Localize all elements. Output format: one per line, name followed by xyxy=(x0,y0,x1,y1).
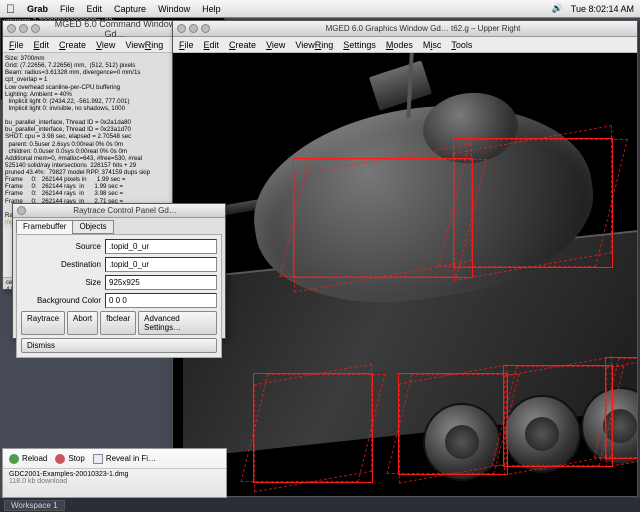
gfx-menu-viewring[interactable]: ViewRing xyxy=(295,40,333,50)
workspace-button[interactable]: Workspace 1 xyxy=(4,500,65,511)
close-icon[interactable] xyxy=(17,206,26,215)
command-menubar: File Edit Create View ViewRing Settings … xyxy=(3,37,191,53)
destination-label: Destination xyxy=(21,260,101,269)
graphics-menubar: File Edit Create View ViewRing Settings … xyxy=(173,37,637,53)
finder-icon xyxy=(93,454,103,464)
menu-file[interactable]: File xyxy=(60,4,75,14)
cmd-menu-view[interactable]: View xyxy=(96,40,115,50)
size-label: Size xyxy=(21,278,101,287)
gfx-menu-create[interactable]: Create xyxy=(229,40,256,50)
graphics-titlebar[interactable]: MGED 6.0 Graphics Window Gd… t62.g – Upp… xyxy=(173,21,637,37)
abort-button[interactable]: Abort xyxy=(67,311,98,335)
clock[interactable]: Tue 8:02:14 AM xyxy=(571,4,634,14)
gfx-menu-edit[interactable]: Edit xyxy=(204,40,220,50)
bgcolor-label: Background Color xyxy=(21,296,101,305)
app-name[interactable]: Grab xyxy=(27,4,48,14)
menu-window[interactable]: Window xyxy=(158,4,190,14)
graphics-title: MGED 6.0 Graphics Window Gd… t62.g – Upp… xyxy=(213,24,633,33)
raytrace-button[interactable]: Raytrace xyxy=(21,311,65,335)
reload-icon xyxy=(9,454,19,464)
minimize-icon[interactable] xyxy=(19,24,28,33)
fbclear-button[interactable]: fbclear xyxy=(100,311,136,335)
command-title: MGED 6.0 Command Window Gd… xyxy=(43,19,187,39)
tab-objects[interactable]: Objects xyxy=(72,220,113,234)
advanced-settings-button[interactable]: Advanced Settings… xyxy=(138,311,217,335)
gfx-menu-settings[interactable]: Settings xyxy=(343,40,376,50)
menu-capture[interactable]: Capture xyxy=(114,4,146,14)
source-field[interactable]: .topid_0_ur xyxy=(105,239,217,254)
gfx-menu-misc[interactable]: Misc xyxy=(423,40,442,50)
raytrace-tabs: Framebuffer Objects xyxy=(13,218,225,234)
cmd-menu-file[interactable]: File xyxy=(9,40,24,50)
stop-icon xyxy=(55,454,65,464)
raytrace-titlebar[interactable]: Raytrace Control Panel Gd… xyxy=(13,204,225,218)
workspace-bar: Workspace 1 xyxy=(0,498,640,512)
bgcolor-field[interactable]: 0 0 0 xyxy=(105,293,217,308)
tab-framebuffer[interactable]: Framebuffer xyxy=(16,220,73,234)
minimize-icon[interactable] xyxy=(189,24,198,33)
graphics-window: MGED 6.0 Graphics Window Gd… t62.g – Upp… xyxy=(172,20,638,497)
zoom-icon[interactable] xyxy=(201,24,210,33)
hatch xyxy=(369,60,432,110)
gfx-menu-modes[interactable]: Modes xyxy=(386,40,413,50)
menu-edit[interactable]: Edit xyxy=(87,4,103,14)
menu-help[interactable]: Help xyxy=(202,4,221,14)
download-meta: 118.0 kb download xyxy=(9,478,220,485)
wireframe-bbox xyxy=(398,373,508,475)
command-output[interactable]: Size: 3700mm Grid: (7.22656, 7.22656) mm… xyxy=(3,53,191,228)
mac-menubar:  Grab File Edit Capture Window Help 🔊 T… xyxy=(0,0,640,18)
cmd-menu-edit[interactable]: Edit xyxy=(34,40,50,50)
volume-icon[interactable]: 🔊 xyxy=(552,3,563,14)
gfx-menu-tools[interactable]: Tools xyxy=(451,40,472,50)
apple-menu-icon[interactable]:  xyxy=(6,2,15,16)
size-field[interactable]: 925x925 xyxy=(105,275,217,290)
destination-field[interactable]: .topid_0_ur xyxy=(105,257,217,272)
gfx-menu-file[interactable]: File xyxy=(179,40,194,50)
tank-model xyxy=(173,53,637,496)
cmd-menu-viewring[interactable]: ViewRing xyxy=(125,40,163,50)
zoom-icon[interactable] xyxy=(31,24,40,33)
gfx-menu-view[interactable]: View xyxy=(266,40,285,50)
source-label: Source xyxy=(21,242,101,251)
reload-button[interactable]: Reload xyxy=(9,454,47,464)
cmd-menu-create[interactable]: Create xyxy=(59,40,86,50)
download-window: Reload Stop Reveal in Fi… GDC2001-Exampl… xyxy=(2,448,227,498)
wireframe-bbox xyxy=(605,357,637,459)
wireframe-bbox xyxy=(453,138,613,268)
close-icon[interactable] xyxy=(7,24,16,33)
command-titlebar[interactable]: MGED 6.0 Command Window Gd… xyxy=(3,21,191,37)
wireframe-bbox xyxy=(253,373,373,483)
download-filename[interactable]: GDC2001-Examples-20010323-1.dmg xyxy=(9,471,220,478)
viewport-3d[interactable] xyxy=(173,53,637,496)
dismiss-button[interactable]: Dismiss xyxy=(21,338,217,353)
close-icon[interactable] xyxy=(177,24,186,33)
stop-button[interactable]: Stop xyxy=(55,454,84,464)
raytrace-title: Raytrace Control Panel Gd… xyxy=(29,206,221,215)
raytrace-panel: Raytrace Control Panel Gd… Framebuffer O… xyxy=(12,203,226,339)
reveal-button[interactable]: Reveal in Fi… xyxy=(93,454,156,464)
